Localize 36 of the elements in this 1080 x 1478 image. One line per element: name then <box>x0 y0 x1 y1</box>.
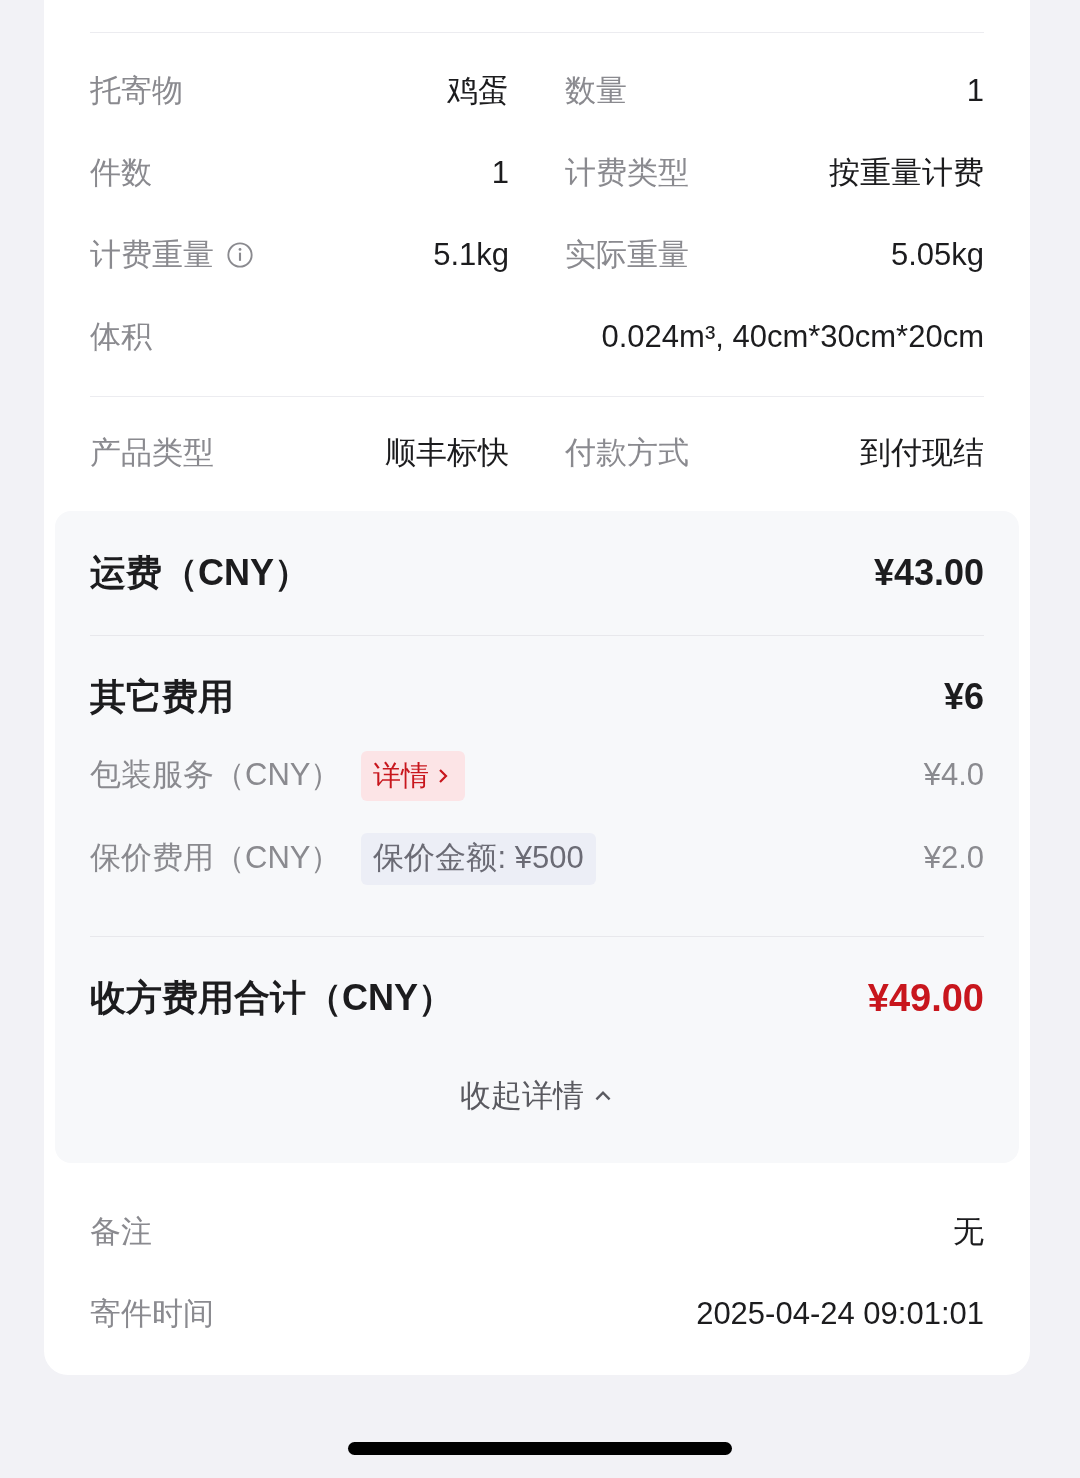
other-fees-amount: ¥6 <box>943 675 984 719</box>
details-link[interactable]: 详情 <box>361 750 466 801</box>
field-label: 寄件时间 <box>90 1294 214 1333</box>
field-value: 1 <box>966 71 984 110</box>
field-label: 备注 <box>90 1212 152 1251</box>
field-label: 产品类型 <box>90 433 214 472</box>
info-icon[interactable] <box>226 241 254 269</box>
field-value: 0.024m³, 40cm*30cm*20cm <box>601 317 984 356</box>
freight-amount: ¥43.00 <box>873 551 984 595</box>
fee-amount: ¥2.0 <box>923 839 984 878</box>
insured-value-tag: 保价金额: ¥500 <box>361 832 596 885</box>
field-value: 2025-04-24 09:01:01 <box>696 1294 984 1333</box>
field-label: 计费类型 <box>565 153 689 192</box>
field-value: 无 <box>953 1212 984 1251</box>
field-label: 计费重量 <box>90 235 214 274</box>
collapse-details-button[interactable]: 收起详情 <box>460 1059 614 1133</box>
field-label: 数量 <box>565 71 627 110</box>
field-value: 按重量计费 <box>829 153 984 192</box>
total-amount: ¥49.00 <box>867 975 984 1021</box>
field-value: 5.05kg <box>890 235 984 274</box>
field-label: 件数 <box>90 153 152 192</box>
fee-label: 包装服务（CNY） <box>90 756 342 795</box>
field-value: 1 <box>491 153 509 192</box>
field-label: 体积 <box>90 317 152 356</box>
field-value: 到付现结 <box>860 433 984 472</box>
field-label: 托寄物 <box>90 71 183 110</box>
freight-label: 运费（CNY） <box>90 551 310 595</box>
field-value: 鸡蛋 <box>447 71 509 110</box>
field-value: 顺丰标快 <box>385 433 509 472</box>
field-label: 付款方式 <box>565 433 689 472</box>
fee-label: 保价费用（CNY） <box>90 839 342 878</box>
fee-amount: ¥4.0 <box>923 756 984 795</box>
other-fees-title: 其它费用 <box>90 675 234 719</box>
field-label: 实际重量 <box>565 235 689 274</box>
field-value: 5.1kg <box>433 235 509 274</box>
total-label: 收方费用合计（CNY） <box>90 976 454 1020</box>
